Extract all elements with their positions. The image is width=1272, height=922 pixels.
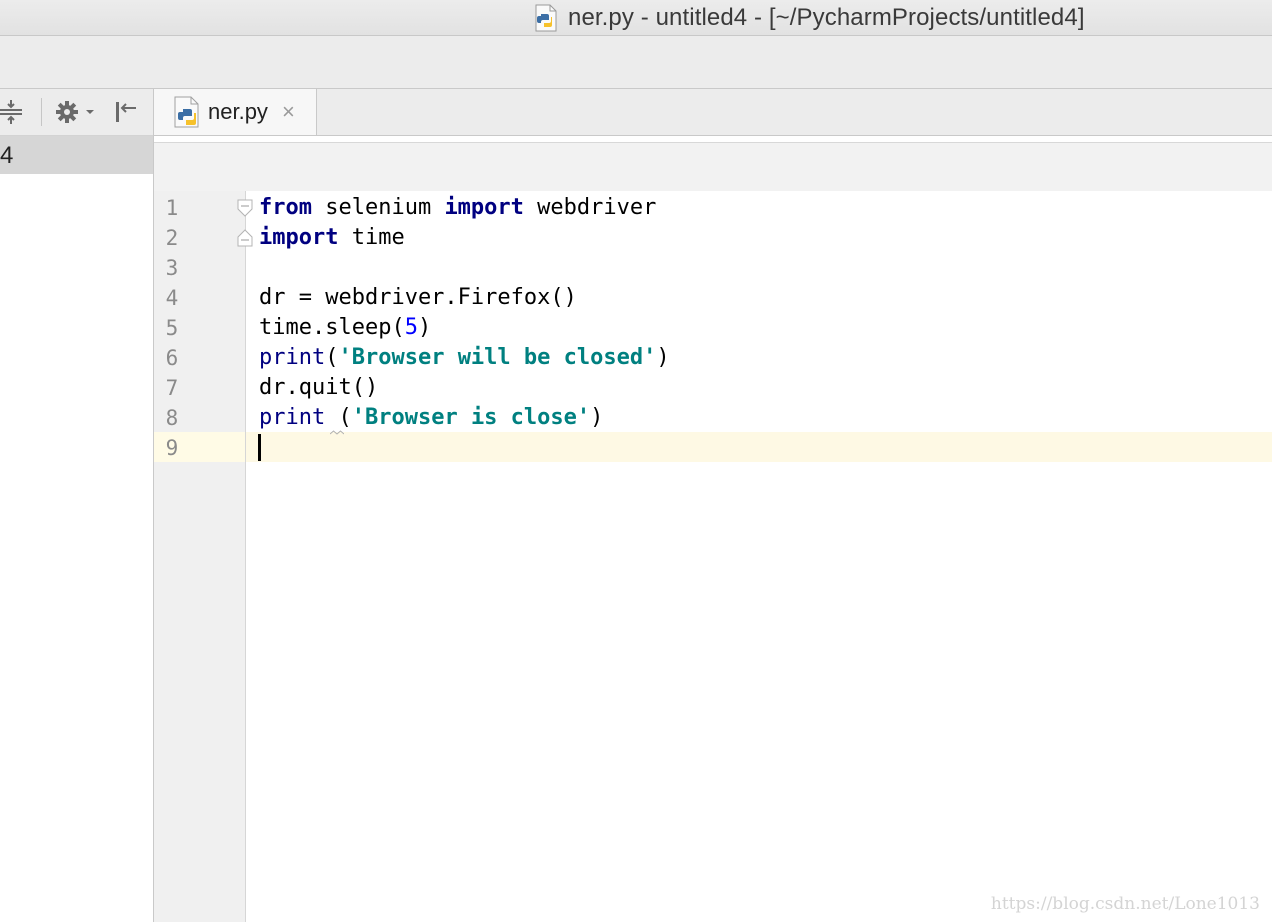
code-token: time	[338, 225, 405, 250]
python-file-icon	[172, 95, 202, 129]
toolbar-separator	[41, 98, 42, 126]
line-number: 4	[165, 286, 179, 310]
python-file-icon	[534, 4, 558, 32]
watermark: https://blog.csdn.net/Lone1013	[990, 894, 1260, 914]
code-token: dr = webdriver.Firefox()	[259, 285, 577, 310]
tab-label: ner.py	[208, 99, 268, 124]
project-panel-toolbar	[0, 89, 153, 136]
window-title: ner.py - untitled4 - [~/PycharmProjects/…	[568, 3, 1085, 31]
code-line[interactable]: time.sleep(5)	[259, 313, 431, 343]
tab-ner-py[interactable]: ner.py ×	[154, 89, 317, 135]
code-line[interactable]: print('Browser will be closed')	[259, 343, 670, 373]
line-number: 7	[165, 376, 179, 400]
code-line[interactable]: print ('Browser is close')	[259, 403, 603, 433]
project-panel: 4	[0, 89, 154, 922]
code-line[interactable]: dr = webdriver.Firefox()	[259, 283, 577, 313]
collapse-all-icon[interactable]	[0, 97, 26, 127]
project-tree-item-label: 4	[0, 142, 14, 169]
line-number: 1	[165, 196, 179, 220]
code-token: dr.quit()	[259, 375, 379, 400]
gear-icon[interactable]	[54, 97, 98, 127]
code-token: selenium	[311, 195, 445, 220]
code-token: 'Browser will be closed'	[338, 345, 657, 370]
fold-marker-icon[interactable]	[236, 229, 254, 247]
code-token: time.sleep(	[259, 315, 405, 340]
current-line-highlight	[246, 432, 1272, 462]
code-token: print	[259, 345, 326, 370]
line-number: 5	[165, 316, 179, 340]
code-token: )	[590, 405, 604, 430]
line-number: 2	[165, 226, 179, 250]
editor-tab-strip: ner.py ×	[154, 89, 1272, 136]
code-token: webdriver	[523, 195, 657, 220]
code-token: from	[259, 195, 312, 220]
close-icon[interactable]: ×	[282, 101, 295, 123]
weak-warning-squiggle	[329, 423, 345, 435]
code-token: import	[444, 195, 524, 220]
code-token: 5	[404, 315, 418, 340]
hide-panel-icon[interactable]	[110, 97, 140, 127]
code-line[interactable]: from selenium import webdriver	[259, 193, 656, 223]
project-tree-item[interactable]: 4	[0, 136, 153, 174]
code-token: 'Browser is close'	[351, 405, 591, 430]
line-number: 3	[165, 256, 179, 280]
text-caret	[258, 434, 261, 461]
line-number: 6	[165, 346, 179, 370]
code-token: )	[656, 345, 670, 370]
code-line[interactable]: dr.quit()	[259, 373, 378, 403]
line-number: 9	[165, 436, 179, 460]
code-token: print	[259, 405, 326, 430]
line-number: 8	[165, 406, 179, 430]
code-line[interactable]: import time	[259, 223, 405, 253]
fold-marker-icon[interactable]	[236, 199, 254, 217]
breadcrumb-bar	[154, 142, 1272, 192]
code-token: (	[325, 345, 339, 370]
code-token: import	[259, 225, 339, 250]
code-token: )	[417, 315, 432, 340]
main-toolbar	[0, 36, 1272, 89]
window-title-bar: ner.py - untitled4 - [~/PycharmProjects/…	[0, 0, 1272, 36]
